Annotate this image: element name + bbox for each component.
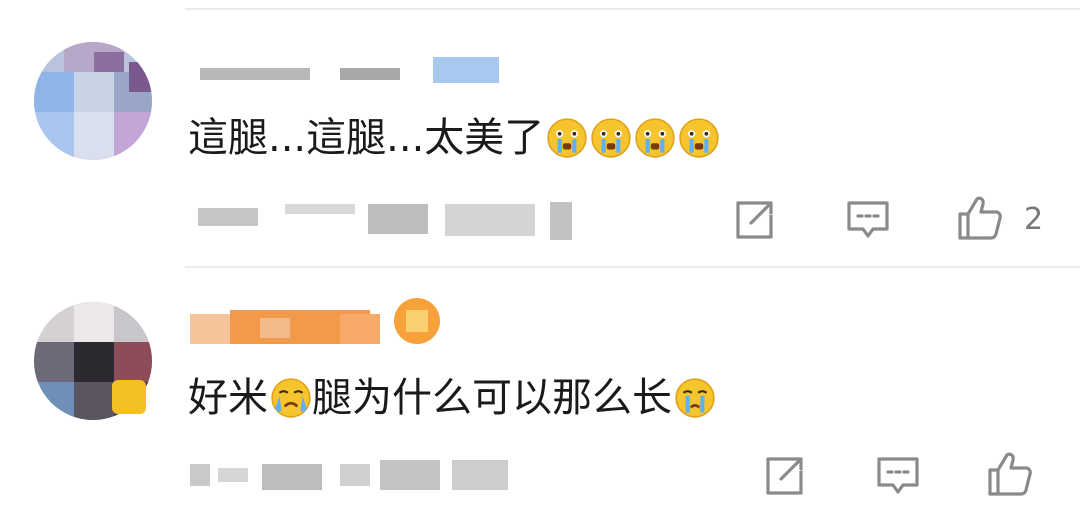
- divider: [185, 266, 1080, 268]
- comment-button[interactable]: [844, 196, 892, 244]
- comment-text-content: 好米: [188, 375, 268, 421]
- comment-text-content: 這腿...這腿...太美了: [188, 115, 545, 161]
- comment-list: 這腿...這腿...太美了 2 好米 腿为什么可以那么长: [0, 0, 1080, 526]
- comment-meta: [190, 198, 590, 242]
- crying-emoji-icon: [675, 378, 715, 418]
- thumbs-up-icon: [988, 452, 1032, 496]
- avatar[interactable]: [34, 42, 152, 160]
- like-count: 2: [1024, 202, 1044, 237]
- comment-button[interactable]: [874, 452, 922, 500]
- share-icon: [736, 201, 773, 239]
- like-button[interactable]: [986, 450, 1034, 498]
- share-button[interactable]: [760, 452, 808, 500]
- crying-emoji-icon: [679, 118, 719, 158]
- comment-icon: [847, 201, 889, 238]
- member-badge: [433, 57, 499, 83]
- vip-badge: [112, 380, 146, 414]
- comment-item: 這腿...這腿...太美了 2: [0, 0, 1080, 270]
- comment-item: 好米 腿为什么可以那么长: [0, 270, 1080, 526]
- crying-emoji-icon: [635, 118, 675, 158]
- comment-meta: [190, 454, 520, 498]
- share-icon: [766, 457, 803, 495]
- crying-emoji-icon: [271, 378, 311, 418]
- comment-text: 好米 腿为什么可以那么长: [188, 372, 716, 424]
- crying-emoji-icon: [591, 118, 631, 158]
- comment-text: 這腿...這腿...太美了: [188, 112, 720, 164]
- crying-emoji-icon: [547, 118, 587, 158]
- comment-text-content: 腿为什么可以那么长: [312, 375, 672, 421]
- thumbs-up-icon: [958, 196, 1002, 240]
- like-button[interactable]: [956, 194, 1004, 242]
- comment-icon: [877, 457, 919, 494]
- share-button[interactable]: [730, 196, 778, 244]
- username[interactable]: [190, 52, 510, 92]
